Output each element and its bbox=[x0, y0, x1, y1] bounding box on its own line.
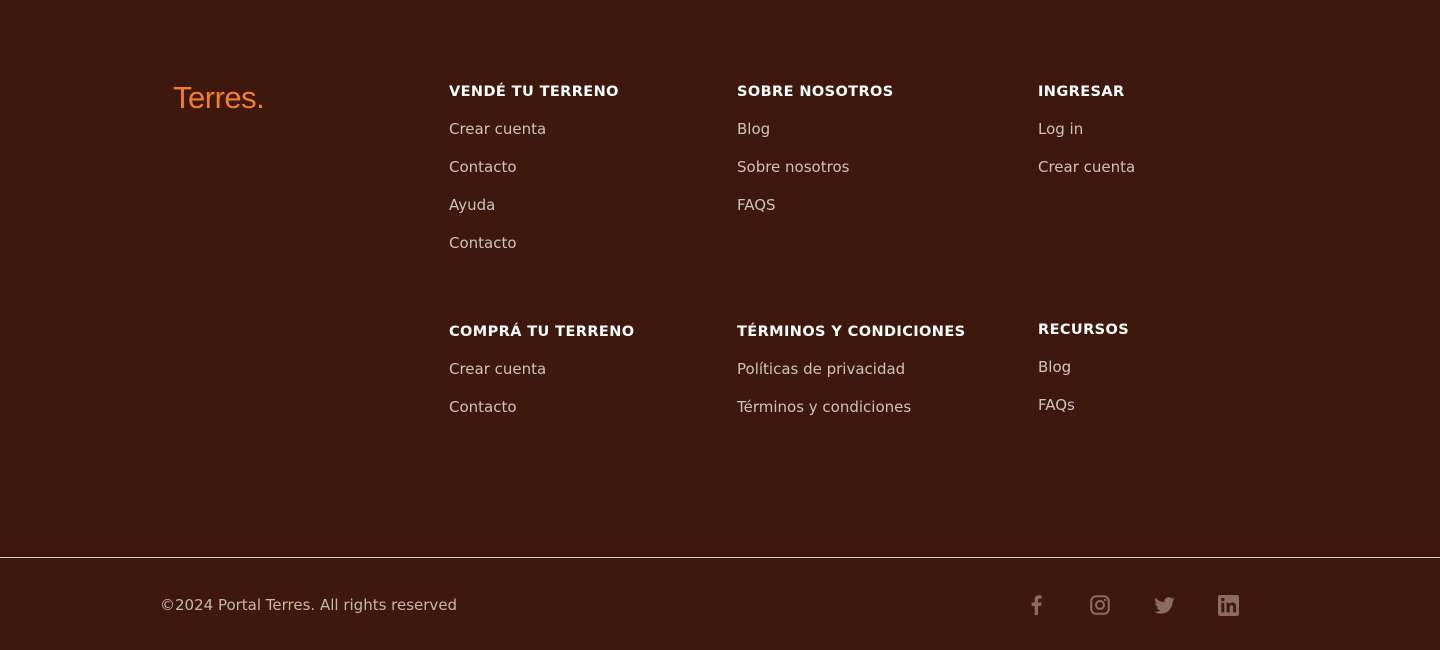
footer-link-contact[interactable]: Contacto bbox=[449, 233, 619, 271]
copyright-text: ©2024 Portal Terres. All rights reserved bbox=[160, 596, 458, 614]
link-list: Blog Sobre nosotros FAQS bbox=[737, 119, 894, 233]
footer-column-sell: VENDÉ TU TERRENO Crear cuenta Contacto A… bbox=[449, 82, 619, 271]
footer-link-create-account[interactable]: Crear cuenta bbox=[449, 359, 634, 397]
link-list: Crear cuenta Contacto bbox=[449, 359, 634, 435]
footer-column-about: SOBRE NOSOTROS Blog Sobre nosotros FAQS bbox=[737, 82, 894, 233]
link-list: Crear cuenta Contacto Ayuda Contacto bbox=[449, 119, 619, 271]
footer-column-terms: TÉRMINOS Y CONDICIONES Políticas de priv… bbox=[737, 322, 965, 435]
footer-link-help[interactable]: Ayuda bbox=[449, 195, 619, 233]
footer-link-faqs[interactable]: FAQs bbox=[1038, 395, 1129, 433]
footer-link-log-in[interactable]: Log in bbox=[1038, 119, 1135, 157]
footer-link-contact[interactable]: Contacto bbox=[449, 397, 634, 435]
footer-link-blog[interactable]: Blog bbox=[737, 119, 894, 157]
footer-column-login: INGRESAR Log in Crear cuenta bbox=[1038, 82, 1135, 195]
brand-logo[interactable]: Terres. bbox=[173, 80, 265, 116]
footer-link-contact[interactable]: Contacto bbox=[449, 157, 619, 195]
site-footer: Terres. VENDÉ TU TERRENO Crear cuenta Co… bbox=[0, 0, 1440, 650]
footer-link-about-us[interactable]: Sobre nosotros bbox=[737, 157, 894, 195]
link-list: Blog FAQs bbox=[1038, 357, 1129, 433]
link-list: Políticas de privacidad Términos y condi… bbox=[737, 359, 965, 435]
linkedin-icon[interactable] bbox=[1216, 593, 1240, 617]
column-title: INGRESAR bbox=[1038, 84, 1125, 100]
footer-link-terms[interactable]: Términos y condiciones bbox=[737, 397, 965, 435]
footer-column-buy: COMPRÁ TU TERRENO Crear cuenta Contacto bbox=[449, 322, 634, 435]
footer-link-create-account[interactable]: Crear cuenta bbox=[1038, 157, 1135, 195]
column-title: VENDÉ TU TERRENO bbox=[449, 84, 619, 100]
footer-link-create-account[interactable]: Crear cuenta bbox=[449, 119, 619, 157]
twitter-icon[interactable] bbox=[1152, 593, 1176, 617]
link-list: Log in Crear cuenta bbox=[1038, 119, 1135, 195]
footer-link-faqs[interactable]: FAQS bbox=[737, 195, 894, 233]
footer-link-blog[interactable]: Blog bbox=[1038, 357, 1129, 395]
instagram-icon[interactable] bbox=[1088, 593, 1112, 617]
column-title: RECURSOS bbox=[1038, 322, 1130, 338]
column-title: SOBRE NOSOTROS bbox=[737, 84, 894, 100]
footer-divider bbox=[0, 557, 1440, 558]
facebook-icon[interactable] bbox=[1024, 593, 1048, 617]
column-title: TÉRMINOS Y CONDICIONES bbox=[737, 324, 966, 340]
footer-link-privacy-policy[interactable]: Políticas de privacidad bbox=[737, 359, 965, 397]
footer-column-resources: RECURSOS Blog FAQs bbox=[1038, 320, 1129, 433]
column-title: COMPRÁ TU TERRENO bbox=[449, 324, 635, 340]
